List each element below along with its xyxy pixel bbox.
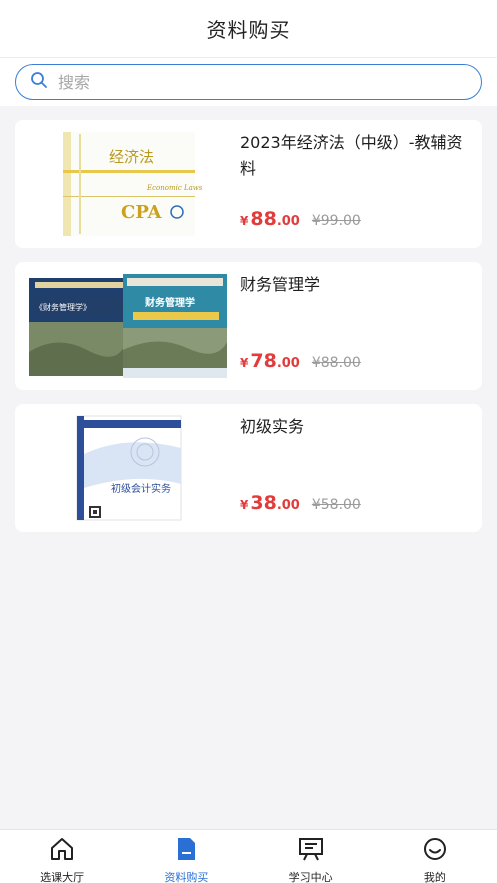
search-icon: [30, 71, 48, 93]
search-input[interactable]: [58, 72, 438, 92]
tab-label: 选课大厅: [40, 871, 85, 883]
cover-title: 初级会计实务: [111, 482, 171, 495]
product-title[interactable]: 2023年经济法（中级）-教辅资料: [240, 130, 468, 182]
product-card[interactable]: 经济法 Economic Laws CPA 2023年经济法（中级）-教辅资料 …: [15, 120, 482, 248]
top-bar: 资料购买: [0, 0, 497, 58]
cover-brand: CPA: [121, 202, 163, 223]
product-info: 初级实务 ¥38.00 ¥58.00: [240, 414, 468, 522]
cover-subtitle: Economic Laws: [146, 184, 203, 192]
tab-mine[interactable]: 我的: [373, 830, 497, 883]
original-price: ¥99.00: [311, 213, 361, 229]
presentation-icon: [297, 836, 325, 866]
product-title[interactable]: 初级实务: [240, 414, 468, 440]
product-card[interactable]: 初级会计实务 初级实务 ¥38.00 ¥58.00: [15, 404, 482, 532]
product-title[interactable]: 财务管理学: [240, 272, 468, 298]
book-cover[interactable]: 经济法 Economic Laws CPA: [27, 130, 227, 238]
search-section: [0, 58, 497, 106]
search-box[interactable]: [15, 64, 482, 100]
original-price: ¥88.00: [311, 355, 361, 371]
tab-materials[interactable]: 资料购买: [124, 830, 248, 883]
home-icon: [48, 836, 76, 866]
bottom-tab-bar: 选课大厅 资料购买 学习中心 我的: [0, 829, 497, 883]
original-price: ¥58.00: [311, 497, 361, 513]
tab-label: 我的: [423, 871, 446, 883]
price-row: ¥38.00 ¥58.00: [240, 492, 361, 514]
book-cover[interactable]: 初级会计实务: [27, 414, 227, 522]
book-cover[interactable]: 《财务管理学》 财务管理学: [27, 272, 227, 380]
price-row: ¥78.00 ¥88.00: [240, 350, 361, 372]
tab-label: 学习中心: [288, 871, 333, 883]
current-price: ¥38.00: [240, 492, 300, 514]
product-info: 财务管理学 ¥78.00 ¥88.00: [240, 272, 468, 380]
product-card[interactable]: 《财务管理学》 财务管理学 财务管理学 ¥78.00 ¥88.00: [15, 262, 482, 390]
cover-title-right: 财务管理学: [144, 296, 195, 309]
cover-title-left: 《财务管理学》: [35, 302, 91, 312]
price-row: ¥88.00 ¥99.00: [240, 208, 361, 230]
current-price: ¥88.00: [240, 208, 300, 230]
tab-label: 资料购买: [164, 871, 209, 883]
product-info: 2023年经济法（中级）-教辅资料 ¥88.00 ¥99.00: [240, 130, 468, 238]
current-price: ¥78.00: [240, 350, 300, 372]
cover-title: 经济法: [109, 148, 154, 166]
tab-learning-center[interactable]: 学习中心: [249, 830, 373, 883]
product-list: 经济法 Economic Laws CPA 2023年经济法（中级）-教辅资料 …: [15, 120, 482, 546]
page-title: 资料购买: [206, 18, 291, 42]
smile-icon: [421, 836, 449, 866]
tab-course-hall[interactable]: 选课大厅: [0, 830, 124, 883]
document-icon: [172, 836, 200, 866]
